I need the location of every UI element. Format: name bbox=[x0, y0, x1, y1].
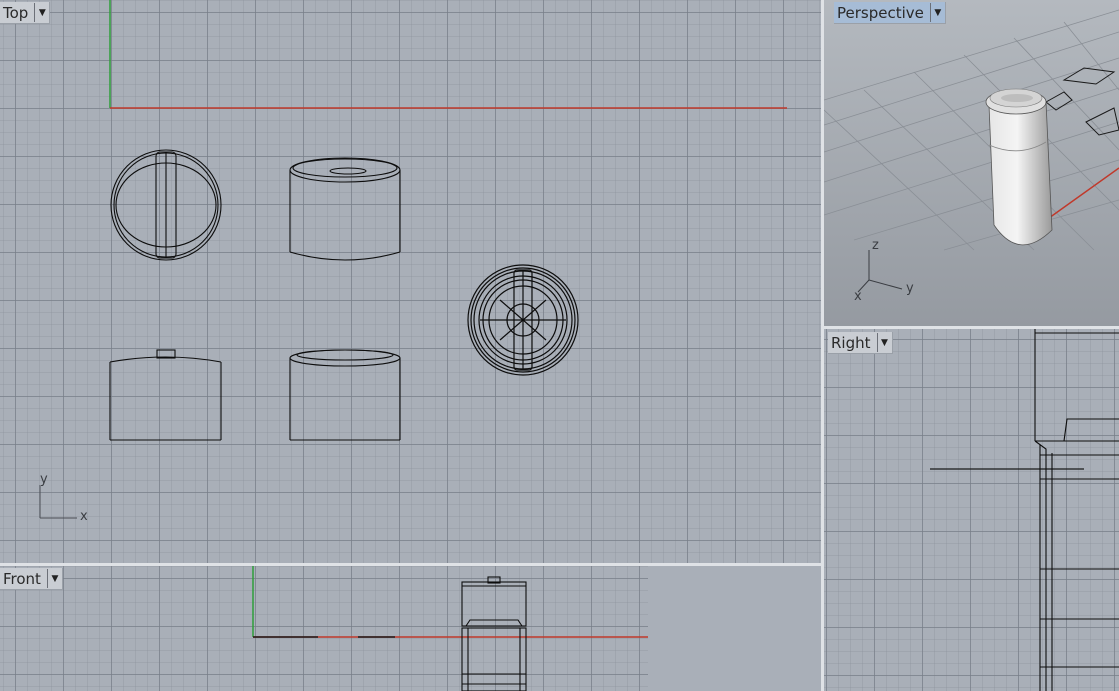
top-view-canvas: y x bbox=[39, 0, 787, 524]
wire-object-front[interactable] bbox=[461, 576, 527, 691]
viewport-right[interactable]: Right ▼ bbox=[824, 329, 1119, 691]
axis-z-label: z bbox=[872, 238, 879, 253]
viewport-perspective-tab[interactable]: Perspective ▼ bbox=[834, 2, 946, 24]
dropdown-arrow-icon[interactable]: ▼ bbox=[46, 569, 62, 588]
axis-y-label: y bbox=[906, 281, 914, 296]
viewport-right-label: Right bbox=[831, 333, 871, 352]
viewport-right-tab[interactable]: Right ▼ bbox=[828, 332, 893, 354]
axis-y-label: y bbox=[40, 472, 48, 487]
viewport-top-tab[interactable]: Top ▼ bbox=[0, 2, 51, 24]
right-view-canvas bbox=[930, 329, 1119, 691]
viewport-divider-vertical[interactable] bbox=[821, 0, 824, 691]
viewport-top[interactable]: Top ▼ y x bbox=[0, 0, 821, 563]
rendered-capsule[interactable] bbox=[985, 88, 1053, 246]
wire-object-sphere[interactable] bbox=[110, 149, 222, 261]
wire-object-cap[interactable] bbox=[289, 157, 401, 261]
viewport-front-label: Front bbox=[3, 569, 41, 588]
wire-object-lid[interactable] bbox=[289, 349, 401, 441]
front-unused-area bbox=[648, 566, 821, 691]
axis-indicator bbox=[39, 485, 77, 519]
dropdown-arrow-icon[interactable]: ▼ bbox=[876, 333, 892, 352]
viewport-top-label: Top bbox=[3, 3, 29, 22]
viewport-divider-horizontal-right[interactable] bbox=[824, 326, 1119, 329]
viewport-front-tab[interactable]: Front ▼ bbox=[0, 568, 63, 590]
rhino-workspace: Top ▼ y x Front ▼ Perspective ▼ z y x Ri… bbox=[0, 0, 1119, 691]
viewport-perspective-label: Perspective bbox=[837, 3, 924, 22]
wire-object-assembly[interactable] bbox=[467, 264, 579, 376]
axis-x-label: x bbox=[854, 289, 862, 304]
front-view-canvas bbox=[252, 566, 821, 691]
wire-object-body[interactable] bbox=[109, 349, 222, 441]
viewport-front[interactable]: Front ▼ bbox=[0, 566, 821, 691]
wire-object-right[interactable] bbox=[1034, 329, 1119, 691]
viewport-divider-horizontal-left[interactable] bbox=[0, 563, 821, 566]
dropdown-arrow-icon[interactable]: ▼ bbox=[929, 3, 945, 22]
axis-x-label: x bbox=[80, 509, 88, 524]
viewport-perspective[interactable]: Perspective ▼ z y x bbox=[824, 0, 1119, 326]
perspective-view-canvas: z y x bbox=[824, 0, 1119, 326]
dropdown-arrow-icon[interactable]: ▼ bbox=[34, 3, 49, 22]
